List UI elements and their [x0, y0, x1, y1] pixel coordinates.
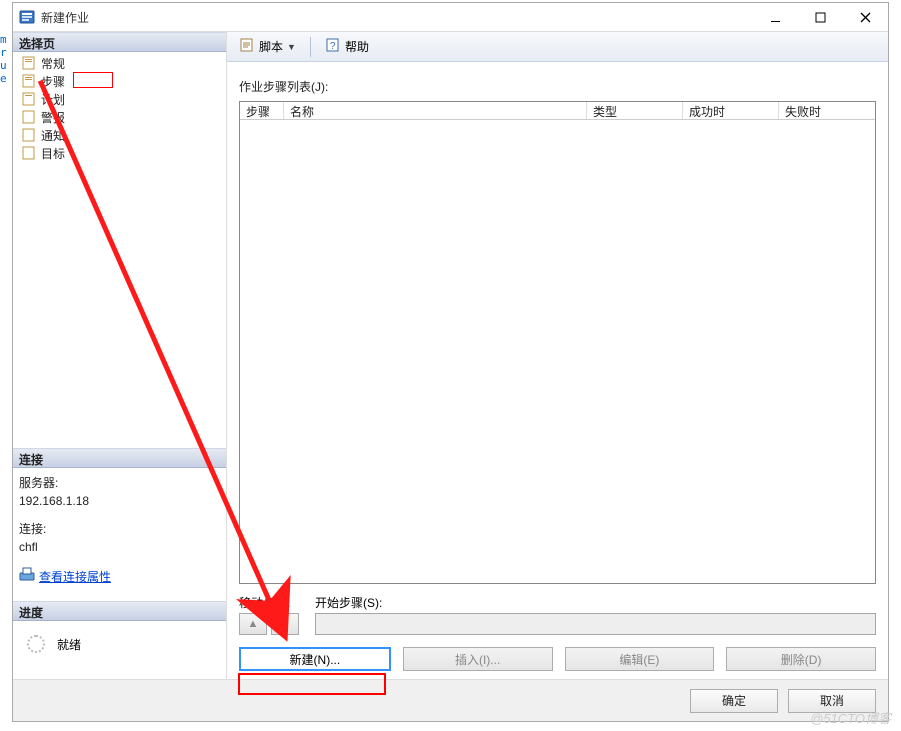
- table-header: 步骤 名称 类型 成功时 失败时: [240, 102, 875, 120]
- nav-schedules[interactable]: 计划: [17, 90, 226, 108]
- svg-text:?: ?: [330, 41, 336, 52]
- help-button[interactable]: ? 帮助: [319, 35, 375, 58]
- nav-alerts[interactable]: 警报: [17, 108, 226, 126]
- toolbar: 脚本 ▼ ? 帮助: [227, 32, 888, 62]
- app-icon: [19, 9, 35, 25]
- page-icon: [21, 127, 37, 143]
- connection-header: 连接: [13, 448, 226, 468]
- delete-step-button: 删除(D): [726, 647, 876, 671]
- cancel-button[interactable]: 取消: [788, 689, 876, 713]
- page-nav: 常规 步骤 计划 警报 通知: [13, 52, 226, 162]
- col-step[interactable]: 步骤: [240, 102, 284, 119]
- move-down-button[interactable]: ▼: [271, 613, 299, 635]
- server-value: 192.168.1.18: [19, 492, 220, 510]
- separator: [310, 37, 311, 57]
- col-type[interactable]: 类型: [587, 102, 683, 119]
- conn-label: 连接:: [19, 520, 220, 538]
- conn-value: chfl: [19, 538, 220, 556]
- progress-status: 就绪: [57, 636, 81, 653]
- dialog-footer: 确定 取消: [13, 679, 888, 721]
- table-body: [240, 120, 875, 583]
- ok-button[interactable]: 确定: [690, 689, 778, 713]
- highlight-box: [73, 72, 113, 88]
- start-step-select[interactable]: [315, 613, 876, 635]
- help-icon: ?: [325, 37, 341, 56]
- server-label: 服务器:: [19, 474, 220, 492]
- move-up-button[interactable]: ▲: [239, 613, 267, 635]
- chevron-down-icon: ▼: [287, 42, 296, 52]
- window-title: 新建作业: [41, 9, 89, 26]
- view-connection-link[interactable]: 查看连接属性: [39, 568, 111, 586]
- right-panel: 脚本 ▼ ? 帮助 作业步骤列表(J): 步骤 名称 类型 成功时: [227, 32, 888, 679]
- page-icon: [21, 55, 37, 71]
- progress-header: 进度: [13, 601, 226, 621]
- col-onsuccess[interactable]: 成功时: [683, 102, 779, 119]
- maximize-button[interactable]: [798, 3, 843, 31]
- start-step-label: 开始步骤(S):: [315, 594, 876, 611]
- arrow-up-icon: ▲: [248, 618, 259, 630]
- nav-targets[interactable]: 目标: [17, 144, 226, 162]
- page-icon: [21, 73, 37, 89]
- col-onfailure[interactable]: 失败时: [779, 102, 875, 119]
- connection-icon: [19, 566, 35, 587]
- arrow-down-icon: ▼: [280, 618, 291, 630]
- progress-panel: 就绪: [13, 621, 226, 653]
- col-name[interactable]: 名称: [284, 102, 587, 119]
- insert-step-button: 插入(I)...: [403, 647, 553, 671]
- nav-steps[interactable]: 步骤: [17, 72, 226, 90]
- script-button[interactable]: 脚本 ▼: [233, 35, 302, 58]
- spinner-icon: [27, 635, 45, 653]
- steps-list-label: 作业步骤列表(J):: [239, 78, 876, 95]
- script-icon: [239, 37, 255, 56]
- titlebar[interactable]: 新建作业: [13, 3, 888, 32]
- nav-notifications[interactable]: 通知: [17, 126, 226, 144]
- close-button[interactable]: [843, 3, 888, 31]
- dialog-window: 新建作业 选择页 常规 步骤: [12, 2, 889, 722]
- pages-header: 选择页: [13, 32, 226, 52]
- move-steps-label: 移动步骤:: [239, 594, 299, 611]
- steps-table[interactable]: 步骤 名称 类型 成功时 失败时: [239, 101, 876, 584]
- nav-general[interactable]: 常规: [17, 54, 226, 72]
- minimize-button[interactable]: [753, 3, 798, 31]
- edge-letters: m r u e: [0, 33, 7, 85]
- page-icon: [21, 91, 37, 107]
- new-step-button[interactable]: 新建(N)...: [239, 647, 391, 671]
- page-icon: [21, 109, 37, 125]
- page-icon: [21, 145, 37, 161]
- connection-panel: 服务器: 192.168.1.18 连接: chfl 查看连接属性: [13, 468, 226, 587]
- left-panel: 选择页 常规 步骤 计划 警报: [13, 32, 227, 679]
- edit-step-button: 编辑(E): [565, 647, 715, 671]
